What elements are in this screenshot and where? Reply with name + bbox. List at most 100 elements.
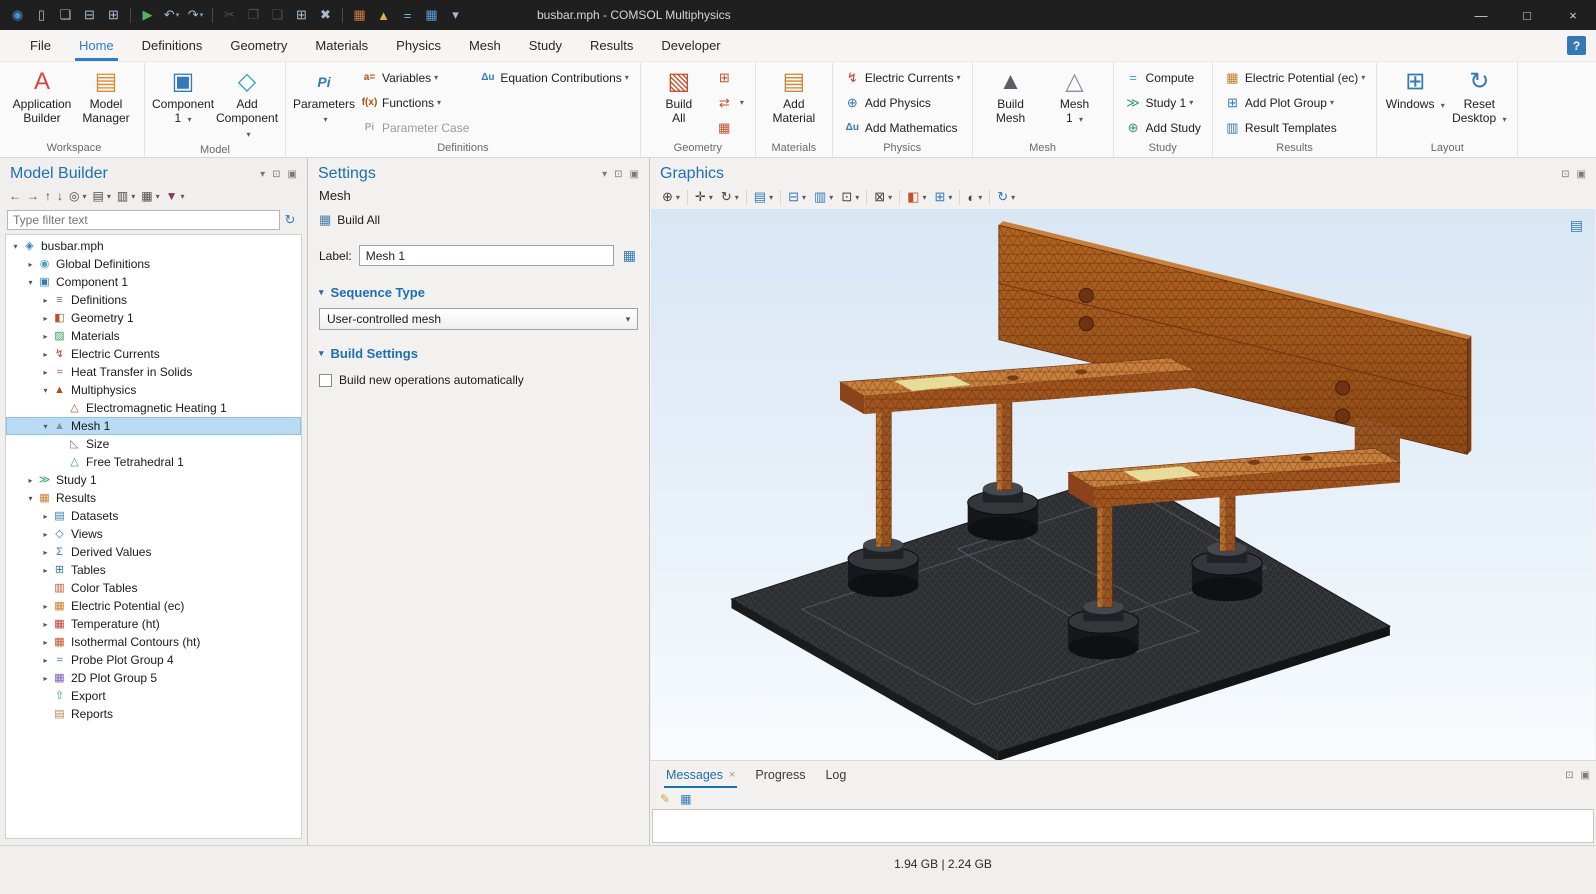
model-manager-button[interactable]: ▤Model Manager (74, 65, 138, 128)
build-auto-checkbox[interactable] (319, 374, 332, 387)
tree-item-heat-transfer-in-solids[interactable]: ▸≈Heat Transfer in Solids (6, 363, 301, 381)
tree-text-icon[interactable]: ▤▾ (90, 189, 114, 203)
tree-expander-icon[interactable]: ▸ (40, 620, 51, 629)
float-panel-icon[interactable]: ⊡ (272, 169, 280, 180)
menu-tab-materials[interactable]: Materials (301, 30, 382, 61)
coordinate-axes-icon[interactable]: ✛▾ (691, 189, 717, 205)
panel-menu-icon[interactable]: ▾ (260, 169, 265, 180)
tree-expander-icon[interactable]: ▸ (40, 602, 51, 611)
filter-icon[interactable]: ▼▾ (163, 189, 188, 203)
tree-item-results[interactable]: ▾▦Results (6, 489, 301, 507)
duplicate-icon[interactable]: ⊞ (290, 3, 313, 27)
tree-expander-icon[interactable]: ▸ (40, 656, 51, 665)
transparency-icon[interactable]: ⊠▾ (870, 189, 896, 205)
run-icon[interactable]: ▶ (136, 3, 159, 27)
tree-item-electric-currents[interactable]: ▸↯Electric Currents (6, 345, 301, 363)
variables-button[interactable]: a=Variables▾ (356, 65, 474, 90)
tree-item-temperature-ht[interactable]: ▸▦Temperature (ht) (6, 615, 301, 633)
tree-expander-icon[interactable]: ▾ (25, 494, 36, 503)
parameters-button[interactable]: PiParameters ▾ (292, 65, 356, 128)
environment-icon[interactable]: ◐▾ (963, 190, 986, 205)
tree-item-electric-potential-ec[interactable]: ▸▦Electric Potential (ec) (6, 597, 301, 615)
tree-item-definitions[interactable]: ▸≡Definitions (6, 291, 301, 309)
copy-icon[interactable]: ❐ (242, 3, 265, 27)
result-templates-button[interactable]: ▥Result Templates (1219, 115, 1370, 140)
tree-expander-icon[interactable]: ▾ (40, 386, 51, 395)
equation-contributions-button[interactable]: ΔuEquation Contributions▾ (474, 65, 633, 90)
menu-tab-developer[interactable]: Developer (647, 30, 734, 61)
windows-button[interactable]: ⊞Windows ▾ (1383, 65, 1447, 113)
tree-item-probe-plot-group-4[interactable]: ▸≈Probe Plot Group 4 (6, 651, 301, 669)
tree-item-mesh-1[interactable]: ▾▲Mesh 1 (6, 417, 301, 435)
add-material-button[interactable]: ▤Add Material (762, 65, 826, 128)
tree-item-global-definitions[interactable]: ▸◉Global Definitions (6, 255, 301, 273)
model-manager-open-icon[interactable]: ⊞ (102, 3, 125, 27)
tree-expander-icon[interactable]: ▸ (40, 674, 51, 683)
section-sequence-type[interactable]: ▾ Sequence Type (308, 270, 649, 307)
dock-panel-icon[interactable]: ▣ (288, 169, 297, 180)
default-view-icon[interactable]: ↻▾ (717, 189, 743, 205)
sequence-type-select[interactable]: User-controlled mesh ▾ (319, 308, 638, 330)
plot-grid-icon[interactable]: ⊞▾ (930, 189, 956, 205)
copy-table-icon[interactable]: ▦ (680, 792, 691, 806)
minimize-button[interactable]: — (1458, 0, 1504, 30)
tree-item-export[interactable]: ⇧Export (6, 687, 301, 705)
menu-tab-results[interactable]: Results (576, 30, 647, 61)
add-component-button[interactable]: ◇Add Component ▾ (215, 65, 279, 142)
tree-item-electromagnetic-heating-1[interactable]: △Electromagnetic Heating 1 (6, 399, 301, 417)
add-study-button[interactable]: ⊕Add Study (1120, 115, 1206, 140)
collapse-tree-icon[interactable]: ▥▾ (114, 189, 138, 203)
menu-tab-definitions[interactable]: Definitions (128, 30, 217, 61)
animation-icon[interactable]: ▥▾ (810, 189, 837, 205)
add-physics-button[interactable]: ⊕Add Physics (839, 90, 966, 115)
tree-item-isothermal-contours-ht[interactable]: ▸▦Isothermal Contours (ht) (6, 633, 301, 651)
tree-expander-icon[interactable]: ▸ (40, 638, 51, 647)
tree-item-multiphysics[interactable]: ▾▲Multiphysics (6, 381, 301, 399)
filter-input[interactable] (7, 210, 280, 230)
label-table-icon[interactable]: ▦ (621, 247, 638, 264)
tree-item-2d-plot-group-5[interactable]: ▸▦2D Plot Group 5 (6, 669, 301, 687)
back-icon[interactable]: ← (6, 189, 24, 203)
add-mathematics-button[interactable]: ΔuAdd Mathematics (839, 115, 966, 140)
cut-icon[interactable]: ✂ (218, 3, 241, 27)
open-file-icon[interactable]: ❏ (54, 3, 77, 27)
expand-tree-icon[interactable]: ▦▾ (138, 189, 162, 203)
reset-desktop-button[interactable]: ↻Reset Desktop ▾ (1447, 65, 1511, 128)
compute-quick-icon[interactable]: = (396, 3, 419, 27)
functions-button[interactable]: f(x)Functions▾ (356, 90, 474, 115)
tree-expander-icon[interactable]: ▸ (40, 548, 51, 557)
build-mesh-button[interactable]: ▲Build Mesh (979, 65, 1043, 128)
tree-item-views[interactable]: ▸◇Views (6, 525, 301, 543)
close-button[interactable]: × (1550, 0, 1596, 30)
tree-item-study-1[interactable]: ▸≫Study 1 (6, 471, 301, 489)
close-tab-icon[interactable]: × (729, 762, 735, 788)
tree-item-color-tables[interactable]: ▥Color Tables (6, 579, 301, 597)
tab-log[interactable]: Log (815, 761, 856, 789)
electric-potential-button[interactable]: ▦Electric Potential (ec)▾ (1219, 65, 1370, 90)
tree-item-datasets[interactable]: ▸▤Datasets (6, 507, 301, 525)
plot-quick-icon[interactable]: ▦ (420, 3, 443, 27)
parts-button[interactable]: ▦ (711, 115, 749, 140)
compute-button[interactable]: =Compute (1120, 65, 1206, 90)
save-icon[interactable]: ⊟ (78, 3, 101, 27)
insert-sequence-button[interactable]: ⊞ (711, 65, 749, 90)
tree-item-size[interactable]: ◺Size (6, 435, 301, 453)
move-down-icon[interactable]: ↓ (54, 189, 66, 203)
tree-item-component-1[interactable]: ▾▣Component 1 (6, 273, 301, 291)
redo-icon[interactable]: ↷▾ (184, 3, 207, 27)
maximize-button[interactable]: □ (1504, 0, 1550, 30)
menu-tab-physics[interactable]: Physics (382, 30, 455, 61)
tree-item-tables[interactable]: ▸⊞Tables (6, 561, 301, 579)
menu-tab-home[interactable]: Home (65, 30, 128, 61)
zoom-extents-icon[interactable]: ⊕▾ (658, 189, 684, 205)
build-all-quick-icon[interactable]: ▦ (348, 3, 371, 27)
geometry-build-all-button[interactable]: ▧Build All (647, 65, 711, 128)
tree-item-free-tetrahedral-1[interactable]: △Free Tetrahedral 1 (6, 453, 301, 471)
dock-panel-icon[interactable]: ▣ (1577, 169, 1586, 180)
update-view-icon[interactable]: ↻▾ (993, 189, 1019, 205)
build-mesh-quick-icon[interactable]: ▲ (372, 3, 395, 27)
menu-tab-geometry[interactable]: Geometry (216, 30, 301, 61)
pointer-icon[interactable]: ✎ (660, 792, 670, 806)
tree-item-reports[interactable]: ▤Reports (6, 705, 301, 723)
panel-menu-icon[interactable]: ▾ (602, 169, 607, 180)
